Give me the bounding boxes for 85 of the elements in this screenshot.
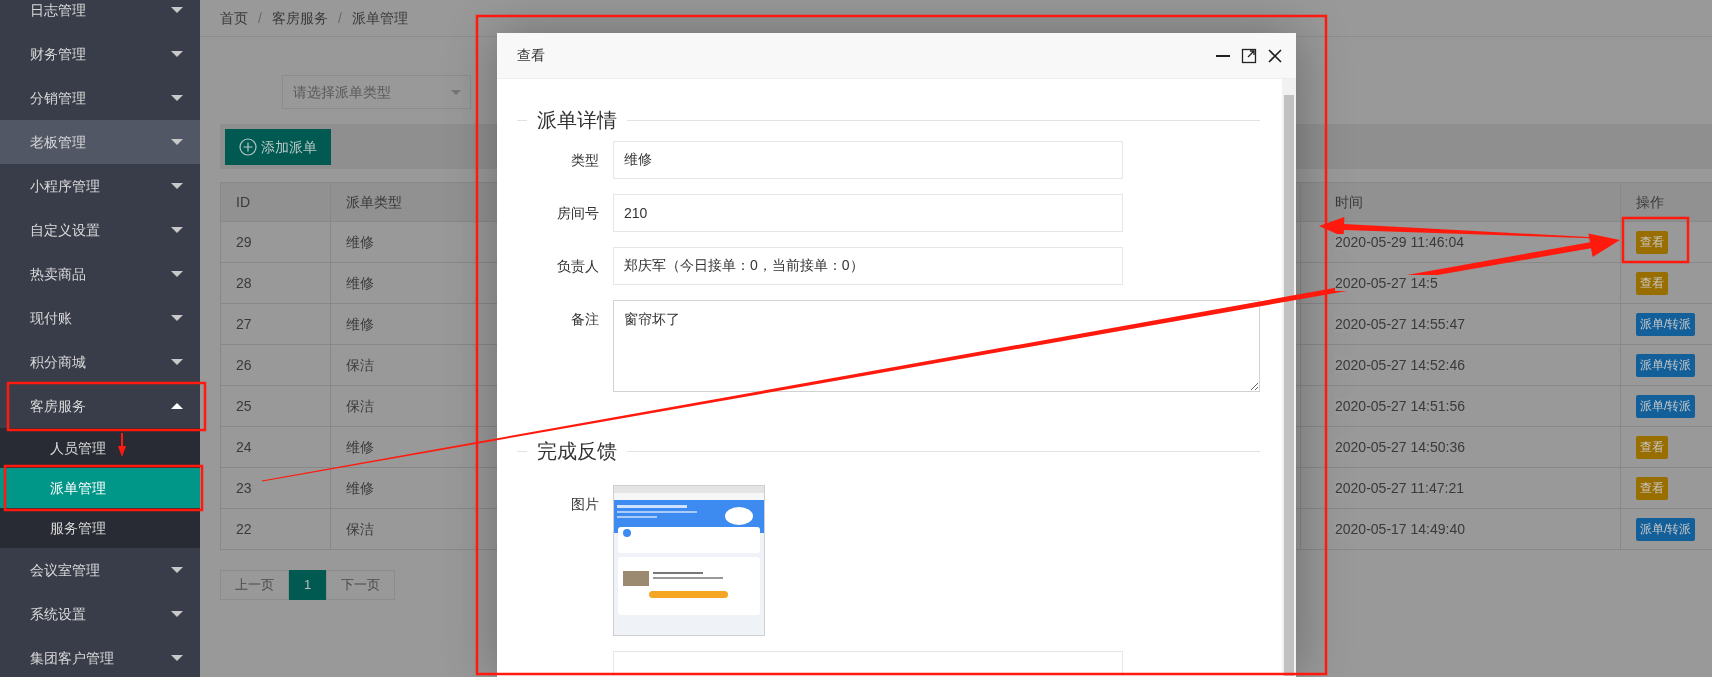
field-label: 类型: [570, 151, 600, 170]
caret-icon: [171, 51, 183, 57]
type-cell: 保洁: [346, 356, 374, 373]
sidebar-item[interactable]: 现付账: [0, 296, 200, 340]
dialog-title: 查看: [517, 46, 546, 65]
field-label: 房间号: [556, 204, 600, 223]
dispatch-button[interactable]: 派单/转派: [1636, 517, 1696, 541]
caret-icon: [171, 7, 183, 13]
sidebar-item[interactable]: 老板管理: [0, 120, 200, 164]
sidebar-item[interactable]: 自定义设置: [0, 208, 200, 252]
caret-icon: [171, 227, 183, 233]
sidebar-item[interactable]: 客房服务: [0, 384, 200, 428]
close-icon: [1267, 47, 1283, 64]
select-field[interactable]: 请选择派单类型: [282, 75, 471, 109]
breadcrumb-current: 派单管理: [351, 8, 408, 28]
type-cell: 维修: [346, 233, 374, 250]
breadcrumb-separator: /: [258, 8, 262, 28]
breadcrumb-separator: /: [337, 8, 342, 28]
sidebar-item[interactable]: 热卖商品: [0, 252, 200, 296]
sidebar-item[interactable]: 集团客户管理: [0, 636, 200, 677]
field-label: 备注: [570, 310, 600, 329]
section-title: 完成反馈: [537, 439, 617, 464]
sidebar-item[interactable]: 分销管理: [0, 76, 200, 120]
sidebar-subitem[interactable]: 服务管理: [0, 508, 200, 548]
sidebar-item[interactable]: 财务管理: [0, 32, 200, 76]
caret-icon: [171, 567, 183, 573]
sidebar-item[interactable]: 系统设置: [0, 592, 200, 636]
type-cell: 维修: [346, 274, 374, 291]
caret-icon: [171, 183, 183, 189]
caret-icon: [171, 315, 183, 321]
column-header: 派单类型: [346, 193, 402, 210]
plus-circle-icon: [239, 138, 257, 156]
minimize-icon: [1216, 54, 1230, 57]
text-area[interactable]: 窗帘坏了: [613, 300, 1260, 392]
id-cell: 29: [236, 233, 252, 250]
caret-icon: [171, 611, 183, 617]
caret-icon: [171, 139, 183, 145]
id-cell: 25: [236, 397, 252, 414]
breadcrumb-link[interactable]: 客房服务: [271, 7, 328, 29]
caret-icon: [451, 90, 461, 95]
type-cell: 保洁: [346, 397, 374, 414]
caret-icon: [171, 655, 183, 661]
caret-icon: [171, 271, 183, 277]
time-cell: 2020-05-27 14:5: [1335, 274, 1438, 291]
column-header: ID: [236, 193, 250, 210]
sidebar-subitem[interactable]: 人员管理: [0, 428, 200, 468]
type-cell: 维修: [346, 438, 374, 455]
sidebar-item[interactable]: 会议室管理: [0, 548, 200, 592]
scrollbar[interactable]: [1282, 79, 1296, 676]
column-header: 时间: [1335, 193, 1363, 210]
input-field[interactable]: 维修: [613, 141, 1123, 179]
breadcrumb-link[interactable]: 首页: [220, 7, 248, 29]
id-cell: 28: [236, 274, 252, 291]
caret-icon: [171, 359, 183, 365]
input-field[interactable]: 210: [613, 194, 1123, 232]
add-button[interactable]: 添加派单: [225, 129, 331, 165]
dispatch-button[interactable]: 派单/转派: [1636, 353, 1696, 377]
type-cell: 维修: [346, 315, 374, 332]
sidebar-subitem[interactable]: 派单管理: [0, 468, 200, 508]
field-label: 负责人: [556, 257, 600, 276]
id-cell: 23: [236, 479, 252, 496]
id-cell: 27: [236, 315, 252, 332]
dispatch-button[interactable]: 派单/转派: [1636, 394, 1696, 418]
type-cell: 保洁: [346, 520, 374, 537]
column-header: 操作: [1636, 193, 1664, 210]
field-label: 图片: [570, 495, 600, 514]
id-cell: 22: [236, 520, 252, 537]
time-cell: 2020-05-29 11:46:04: [1335, 233, 1464, 250]
input-field[interactable]: 郑庆军（今日接单：0，当前接单：0）: [613, 247, 1123, 285]
type-cell: 维修: [346, 479, 374, 496]
id-cell: 24: [236, 438, 252, 455]
maximize-button[interactable]: [1240, 46, 1258, 65]
caret-icon: [171, 95, 183, 101]
close-button[interactable]: [1266, 46, 1284, 65]
sidebar-item[interactable]: 小程序管理: [0, 164, 200, 208]
highlight-frame: [1621, 216, 1690, 264]
arrow: [118, 432, 126, 457]
maximize-icon: [1241, 47, 1257, 64]
caret-icon: [171, 403, 183, 409]
dispatch-button[interactable]: 派单/转派: [1636, 312, 1696, 336]
sidebar-item[interactable]: 积分商城: [0, 340, 200, 384]
sidebar-item[interactable]: 日志管理: [0, 0, 200, 32]
page-button[interactable]: 1: [289, 570, 327, 600]
id-cell: 26: [236, 356, 252, 373]
section-title: 派单详情: [537, 108, 617, 133]
